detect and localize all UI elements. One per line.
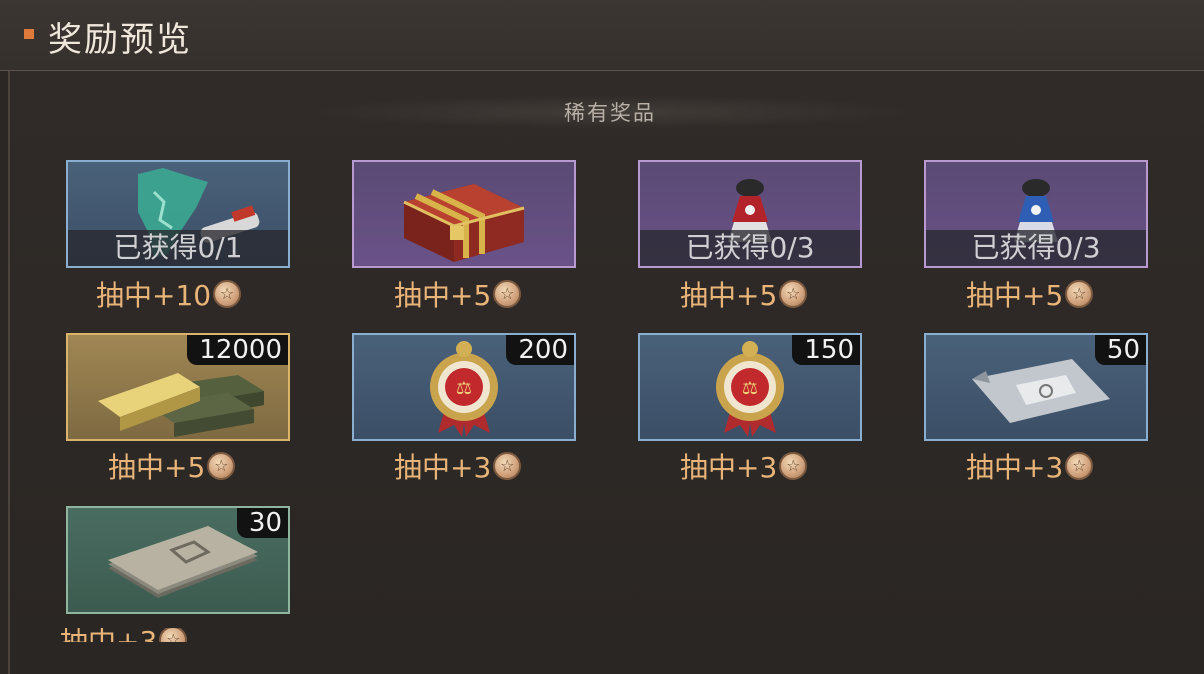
star-coin-icon: ☆	[207, 452, 236, 480]
draw-text: 抽中+3	[966, 451, 1064, 484]
star-coin-icon: ☆	[779, 280, 808, 308]
draw-text: 抽中+5	[680, 279, 778, 312]
draw-reward-label: 抽中+5 ☆	[108, 450, 236, 486]
quantity-badge: 150	[792, 335, 860, 365]
star-coin-icon: ☆	[779, 452, 808, 480]
reward-card-chest[interactable]	[352, 160, 576, 268]
svg-text:⚖: ⚖	[456, 378, 472, 399]
owned-counter: 已获得0/3	[926, 230, 1146, 266]
reward-card-medal-200[interactable]: ⚖ 200	[352, 333, 576, 441]
star-coin-icon: ☆	[1065, 280, 1094, 308]
svg-text:⚖: ⚖	[742, 378, 758, 399]
quantity-badge: 12000	[187, 335, 288, 365]
draw-text: 抽中+5	[108, 451, 206, 484]
draw-text: 抽中+3	[60, 628, 157, 642]
reward-card-gold-bars[interactable]: 12000	[66, 333, 290, 441]
reward-card-sealed-bag[interactable]: 50	[924, 333, 1148, 441]
owned-counter: 已获得0/3	[640, 230, 860, 266]
draw-reward-label: 抽中+5 ☆	[966, 278, 1094, 314]
draw-reward-label: 抽中+10 ☆	[96, 278, 242, 314]
quantity-badge: 50	[1094, 335, 1146, 365]
reward-card-red-outfit[interactable]: 已获得0/3	[638, 160, 862, 268]
owned-counter: 已获得0/1	[68, 230, 288, 266]
draw-reward-label: 抽中+5 ☆	[394, 278, 522, 314]
quantity-badge: 30	[236, 508, 288, 538]
clipped-label-container: 抽中+3☆	[60, 628, 300, 642]
star-coin-icon: ☆	[159, 628, 188, 642]
draw-reward-label: 抽中+3☆	[680, 450, 808, 486]
draw-reward-label: 抽中+3☆	[966, 450, 1094, 486]
star-coin-icon: ☆	[1065, 452, 1094, 480]
draw-text: 抽中+5	[966, 279, 1064, 312]
reward-card-teal-figure[interactable]: 已获得0/1	[66, 160, 290, 268]
draw-text: 抽中+3	[680, 451, 778, 484]
draw-text: 抽中+3	[394, 451, 492, 484]
header-marker	[24, 29, 34, 39]
quantity-badge: 200	[506, 335, 574, 365]
star-coin-icon: ☆	[213, 280, 242, 308]
reward-card-blue-outfit[interactable]: 已获得0/3	[924, 160, 1148, 268]
draw-reward-label: 抽中+3☆	[60, 628, 188, 642]
header-bar: 奖励预览	[0, 0, 1204, 71]
draw-text: 抽中+10	[96, 279, 212, 312]
reward-card-card-stack[interactable]: 30	[66, 506, 290, 614]
section-title: 稀有奖品	[564, 101, 656, 125]
page-title: 奖励预览	[48, 20, 192, 60]
draw-reward-label: 抽中+3☆	[394, 450, 522, 486]
reward-card-medal-150[interactable]: ⚖ 150	[638, 333, 862, 441]
draw-reward-label: 抽中+5 ☆	[680, 278, 808, 314]
star-coin-icon: ☆	[493, 452, 522, 480]
draw-text: 抽中+5	[394, 279, 492, 312]
treasure-chest-icon	[403, 184, 525, 262]
star-coin-icon: ☆	[493, 280, 522, 308]
